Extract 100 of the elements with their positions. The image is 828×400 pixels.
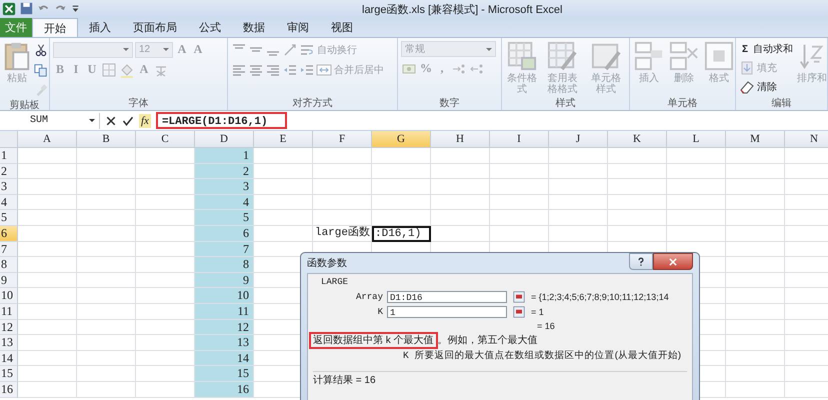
save-icon[interactable] bbox=[20, 2, 33, 15]
group-label: 单元格 bbox=[666, 96, 698, 110]
table-cell bbox=[549, 210, 608, 226]
table-cell bbox=[254, 194, 313, 210]
row-header[interactable]: 8 bbox=[0, 257, 18, 273]
close-button[interactable] bbox=[653, 253, 693, 270]
table-cell bbox=[726, 226, 785, 242]
table-cell bbox=[313, 148, 372, 164]
row-header[interactable]: 5 bbox=[0, 210, 18, 226]
table-cell bbox=[77, 257, 136, 273]
table-cell: 6 bbox=[195, 226, 254, 242]
spreadsheet-logo-icon[interactable] bbox=[2, 2, 16, 16]
help-button[interactable] bbox=[629, 253, 653, 270]
table-cell bbox=[549, 164, 608, 180]
check-icon[interactable] bbox=[122, 114, 134, 126]
table-cell: 3 bbox=[195, 179, 254, 195]
ribbon-tab[interactable]: 开始 bbox=[32, 18, 78, 37]
ribbon-button[interactable]: Σ 自动求和 bbox=[739, 41, 793, 57]
table-cell: 2 bbox=[195, 164, 254, 180]
row-header[interactable]: 12 bbox=[0, 320, 18, 336]
table-cell bbox=[18, 164, 77, 180]
table-cell bbox=[726, 335, 785, 351]
row-header[interactable]: 3 bbox=[0, 179, 18, 195]
table-cell bbox=[313, 179, 372, 195]
row-header[interactable]: 7 bbox=[0, 242, 18, 258]
select-all-corner[interactable] bbox=[0, 131, 18, 148]
column-header[interactable]: K bbox=[608, 131, 667, 148]
row-header[interactable]: 13 bbox=[0, 335, 18, 351]
column-header[interactable]: N bbox=[785, 131, 828, 148]
table-cell bbox=[726, 304, 785, 320]
column-header[interactable]: A bbox=[18, 131, 77, 148]
row-header[interactable]: 11 bbox=[0, 304, 18, 320]
ribbon-tab[interactable]: 数据 bbox=[232, 18, 276, 37]
table-cell: large函数 bbox=[313, 226, 372, 242]
table-cell bbox=[372, 148, 431, 164]
group-label: 数字 bbox=[438, 96, 460, 110]
table-cell bbox=[608, 194, 667, 210]
table-cell bbox=[77, 242, 136, 258]
table-cell bbox=[490, 164, 549, 180]
insert-function-button[interactable]: fx bbox=[139, 114, 151, 128]
column-header[interactable]: B bbox=[77, 131, 136, 148]
column-header[interactable]: D bbox=[195, 131, 254, 148]
ribbon-tab[interactable]: 审阅 bbox=[276, 18, 320, 37]
column-header[interactable]: L bbox=[667, 131, 726, 148]
group-label: 样式 bbox=[554, 96, 576, 110]
group-label: 对齐方式 bbox=[292, 96, 334, 110]
eraser-icon[interactable] bbox=[739, 79, 755, 95]
table-cell bbox=[431, 148, 490, 164]
table-cell: 10 bbox=[195, 288, 254, 304]
column-header[interactable]: F bbox=[313, 131, 372, 148]
ribbon-tab[interactable]: 插入 bbox=[78, 18, 122, 37]
name-box[interactable]: SUM bbox=[0, 112, 100, 128]
table-cell bbox=[18, 350, 77, 366]
column-header[interactable]: I bbox=[490, 131, 549, 148]
row-header[interactable]: 6 bbox=[0, 226, 18, 242]
table-cell bbox=[490, 179, 549, 195]
ribbon-tab[interactable]: 视图 bbox=[320, 18, 364, 37]
table-cell bbox=[77, 320, 136, 336]
formula-field[interactable]: =LARGE(D1:D16,1) bbox=[156, 112, 287, 129]
column-header[interactable]: M bbox=[726, 131, 785, 148]
ribbon-button[interactable]: 清除 bbox=[739, 79, 777, 95]
row-header[interactable]: 16 bbox=[0, 382, 18, 398]
table-cell bbox=[431, 194, 490, 210]
row-header[interactable]: 14 bbox=[0, 350, 18, 366]
ribbon-tab[interactable]: 公式 bbox=[188, 18, 232, 37]
argument-field[interactable]: D1:D16 bbox=[387, 290, 507, 302]
table-cell: 5 bbox=[195, 210, 254, 226]
table-cell bbox=[490, 148, 549, 164]
collapse-dialog-icon[interactable] bbox=[511, 290, 527, 302]
ribbon-tab[interactable]: 页面布局 bbox=[122, 18, 188, 37]
row-header[interactable]: 9 bbox=[0, 272, 18, 288]
row-header[interactable]: 15 bbox=[0, 366, 18, 382]
table-cell: 9 bbox=[195, 272, 254, 288]
row-header[interactable]: 10 bbox=[0, 288, 18, 304]
column-header[interactable]: H bbox=[431, 131, 490, 148]
table-cell bbox=[667, 179, 726, 195]
collapse-dialog-icon[interactable] bbox=[511, 306, 527, 318]
table-cell bbox=[313, 210, 372, 226]
argument-field[interactable]: 1 bbox=[387, 306, 507, 318]
row-header[interactable]: 4 bbox=[0, 194, 18, 210]
cancel-icon[interactable] bbox=[105, 114, 117, 126]
column-header[interactable]: G bbox=[372, 131, 431, 148]
row-header[interactable]: 2 bbox=[0, 164, 18, 180]
column-header[interactable]: C bbox=[136, 131, 195, 148]
table-cell bbox=[667, 148, 726, 164]
argument-label: K bbox=[376, 306, 383, 316]
group-label: 剪贴板 bbox=[8, 98, 40, 110]
column-header[interactable]: E bbox=[254, 131, 313, 148]
customize-caret-icon[interactable] bbox=[71, 2, 80, 14]
group-label: 字体 bbox=[128, 96, 150, 110]
table-cell bbox=[254, 226, 313, 242]
column-header[interactable]: J bbox=[549, 131, 608, 148]
table-cell bbox=[667, 164, 726, 180]
active-cell-editor[interactable]: :D16,1) bbox=[372, 226, 431, 242]
row-header[interactable]: 1 bbox=[0, 148, 18, 164]
table-cell bbox=[372, 194, 431, 210]
file-tab[interactable]: 文件 bbox=[0, 18, 32, 37]
table-cell: 1 bbox=[195, 148, 254, 164]
table-cell bbox=[18, 366, 77, 382]
table-cell bbox=[431, 210, 490, 226]
